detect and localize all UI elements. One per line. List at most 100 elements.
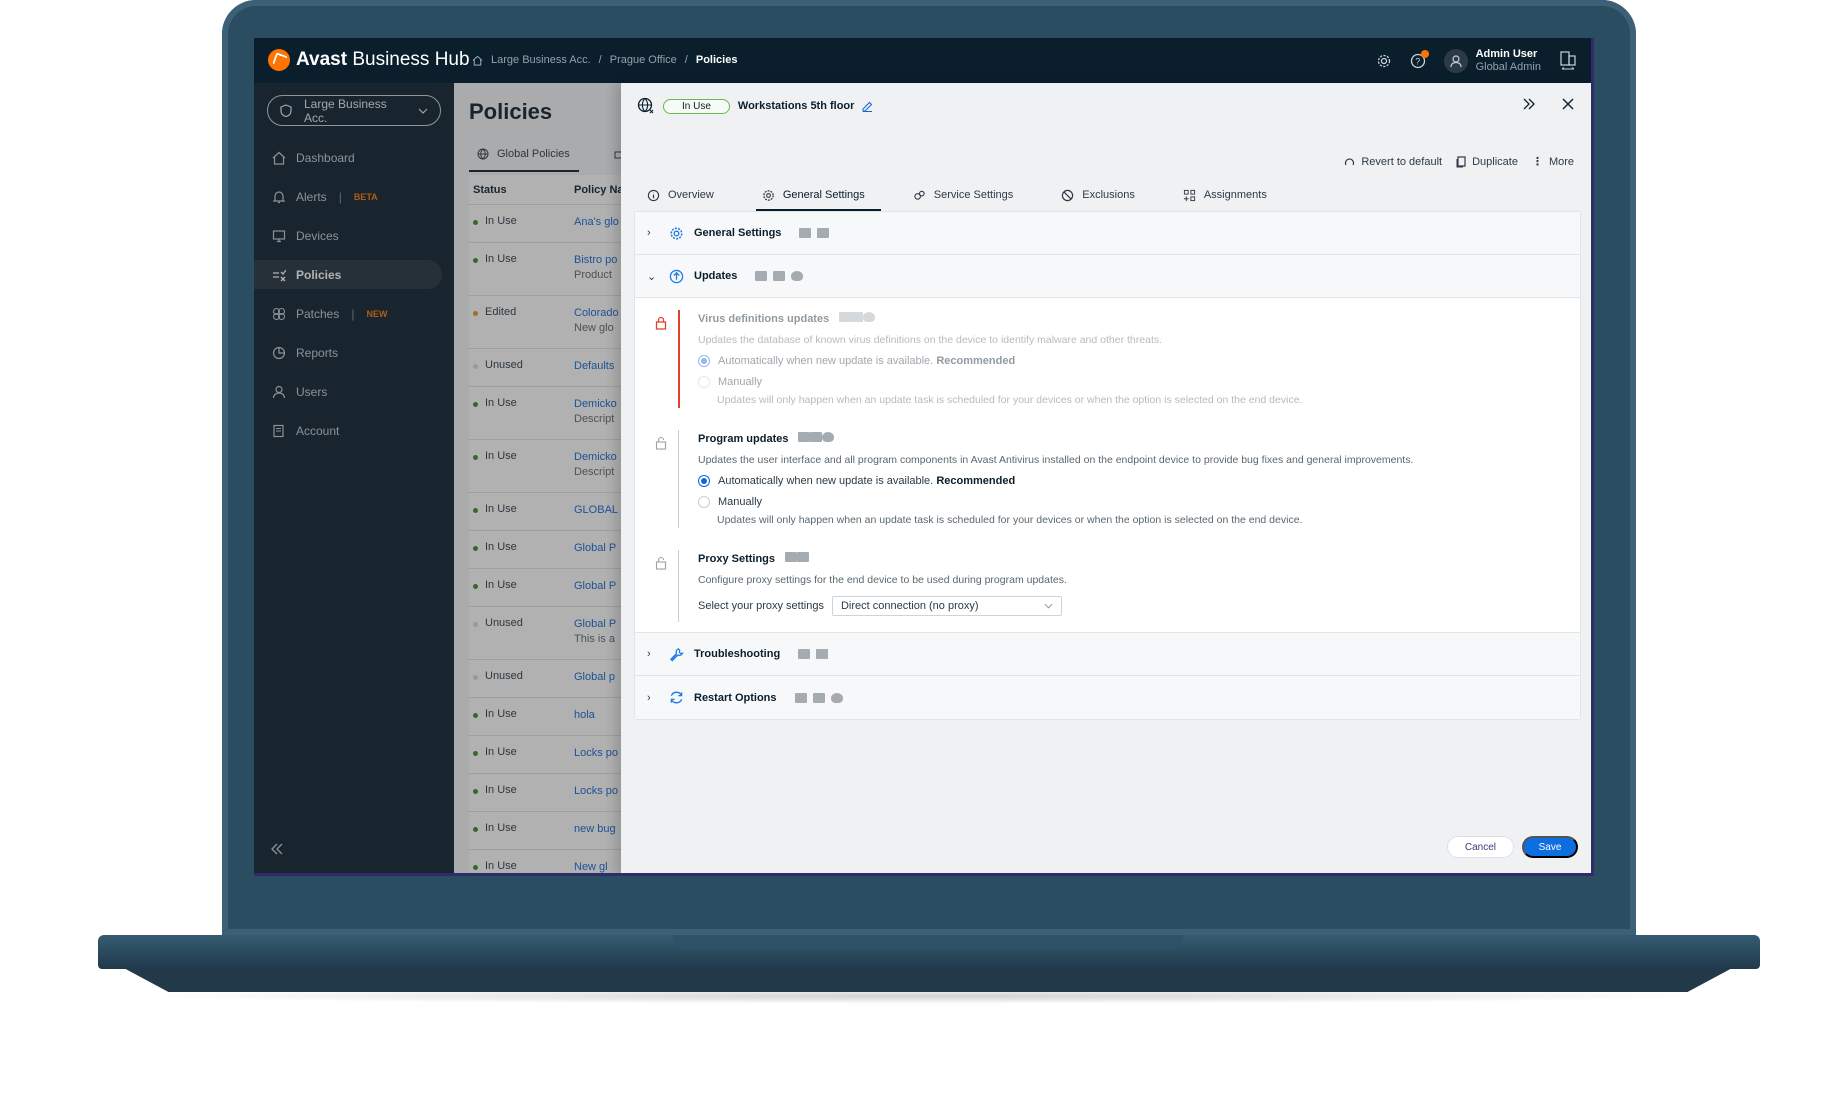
sidebar-item-policies[interactable]: Policies bbox=[254, 260, 442, 289]
tab-service-settings[interactable]: Service Settings bbox=[907, 181, 1029, 211]
table-row[interactable]: In Use Demicko Descript bbox=[469, 440, 624, 493]
sidebar-item-patches[interactable]: Patches | NEW bbox=[254, 299, 442, 328]
refresh-icon bbox=[669, 690, 684, 705]
policy-name-link[interactable]: Demicko bbox=[574, 451, 617, 463]
user-name: Admin User bbox=[1475, 47, 1538, 60]
policy-name-link[interactable]: Demicko bbox=[574, 398, 617, 410]
close-icon[interactable] bbox=[1562, 97, 1574, 111]
table-row[interactable]: In Use Global P bbox=[469, 569, 624, 607]
policy-name-link[interactable]: Global p bbox=[574, 671, 615, 683]
policy-name-link[interactable]: Global P bbox=[574, 580, 616, 592]
tab-general-settings[interactable]: General Settings bbox=[755, 181, 881, 211]
policy-name-link[interactable]: Bistro po bbox=[574, 254, 617, 266]
tab-assignments[interactable]: Assignments bbox=[1177, 181, 1283, 211]
radio-selected[interactable] bbox=[698, 355, 710, 367]
collapse-sidebar-icon[interactable] bbox=[270, 842, 284, 856]
table-row[interactable]: In Use New gl bbox=[469, 850, 624, 873]
radio-manual[interactable]: Manually bbox=[698, 496, 1580, 508]
policy-name-link[interactable]: New gl bbox=[574, 861, 608, 873]
avast-logo-icon bbox=[268, 49, 290, 71]
radio-manual[interactable]: Manually bbox=[698, 376, 1580, 388]
policy-name-link[interactable]: hola bbox=[574, 709, 595, 721]
section-general-settings[interactable]: › General Settings bbox=[635, 212, 1580, 255]
status-text: In Use bbox=[485, 708, 517, 720]
policy-name-link[interactable]: new bug bbox=[574, 823, 616, 835]
sidebar-item-label: Dashboard bbox=[296, 150, 355, 165]
tab-exclusions[interactable]: Exclusions bbox=[1055, 181, 1151, 211]
policy-name-link[interactable]: Colorado bbox=[574, 307, 619, 319]
sidebar-item-devices[interactable]: Devices bbox=[254, 221, 442, 250]
sidebar-item-users[interactable]: Users bbox=[254, 377, 442, 406]
radio-auto[interactable]: Automatically when new update is availab… bbox=[698, 355, 1580, 367]
lock-open-icon[interactable] bbox=[655, 556, 667, 570]
setting-program-updates: Program updates Updates the user interfa… bbox=[635, 418, 1580, 538]
home-icon[interactable] bbox=[472, 55, 483, 66]
breadcrumb-item[interactable]: Large Business Acc. bbox=[491, 54, 591, 66]
radio-unselected[interactable] bbox=[698, 376, 710, 388]
table-row[interactable]: Unused Defaults bbox=[469, 349, 624, 387]
breadcrumb-item[interactable]: Prague Office bbox=[610, 54, 677, 66]
help-icon[interactable]: ? bbox=[1410, 49, 1429, 69]
windows-workstation-icon bbox=[799, 228, 812, 238]
policy-name-link[interactable]: Locks po bbox=[574, 747, 618, 759]
proxy-select[interactable]: Direct connection (no proxy) bbox=[831, 596, 1062, 616]
radio-auto[interactable]: Automatically when new update is availab… bbox=[698, 475, 1580, 487]
policy-name-link[interactable]: Global P bbox=[574, 618, 616, 630]
gear-icon[interactable] bbox=[1376, 53, 1392, 69]
table-row[interactable]: Edited Colorado New glo bbox=[469, 296, 624, 349]
chevron-down-icon bbox=[1044, 603, 1053, 609]
tab-overview[interactable]: Overview bbox=[641, 181, 730, 211]
policy-name-link[interactable]: Locks po bbox=[574, 785, 618, 797]
save-button[interactable]: Save bbox=[1522, 836, 1578, 858]
policy-name-link[interactable]: Defaults bbox=[574, 360, 614, 372]
expand-drawer-icon[interactable] bbox=[1522, 97, 1536, 111]
table-row[interactable]: In Use Global P bbox=[469, 531, 624, 569]
setting-title: Proxy Settings bbox=[698, 552, 776, 565]
radio-unselected[interactable] bbox=[698, 496, 710, 508]
policy-name-link[interactable]: GLOBAL bbox=[574, 504, 618, 516]
radio-label: Automatically when new update is availab… bbox=[718, 475, 934, 487]
tab-global-policies[interactable]: Global Policies bbox=[469, 138, 579, 172]
table-row[interactable]: In Use GLOBAL bbox=[469, 493, 624, 531]
revert-to-default-button[interactable]: Revert to default bbox=[1344, 156, 1442, 168]
sidebar-item-alerts[interactable]: Alerts | BETA bbox=[254, 182, 442, 211]
user-menu[interactable]: Admin User Global Admin bbox=[1443, 47, 1541, 74]
sidebar-item-reports[interactable]: Reports bbox=[254, 338, 442, 367]
sidebar-item-dashboard[interactable]: Dashboard bbox=[254, 143, 442, 172]
policy-name-link[interactable]: Global P bbox=[574, 542, 616, 554]
cancel-button[interactable]: Cancel bbox=[1446, 836, 1514, 858]
section-updates[interactable]: ⌄ Updates bbox=[635, 255, 1580, 298]
column-header-policy-name[interactable]: Policy Na bbox=[574, 184, 624, 196]
lock-closed-icon[interactable] bbox=[655, 316, 667, 330]
lock-open-icon[interactable] bbox=[655, 436, 667, 450]
chevron-down-icon: ⌄ bbox=[647, 270, 657, 283]
table-row[interactable]: In Use hola bbox=[469, 698, 624, 736]
sidebar-item-account[interactable]: Account bbox=[254, 416, 442, 445]
switch-organization-icon[interactable] bbox=[1559, 50, 1577, 72]
app-logo[interactable]: Avast Business Hub bbox=[268, 49, 470, 71]
tab-label: Exclusions bbox=[1082, 189, 1135, 201]
table-row[interactable]: In Use Demicko Descript bbox=[469, 387, 624, 440]
edit-pencil-icon[interactable] bbox=[862, 101, 873, 112]
table-row[interactable]: Unused Global P This is a bbox=[469, 607, 624, 660]
breadcrumb: Large Business Acc. / Prague Office / Poli… bbox=[472, 54, 737, 66]
brand-name: Avast Business Hub bbox=[296, 49, 470, 70]
tab-label: General Settings bbox=[782, 189, 865, 201]
more-button[interactable]: ⋮ More bbox=[1532, 155, 1574, 169]
table-row[interactable]: Unused Global p bbox=[469, 660, 624, 698]
radio-selected[interactable] bbox=[698, 475, 710, 487]
section-troubleshooting[interactable]: › Troubleshooting bbox=[635, 633, 1580, 676]
account-name: Large Business Acc. bbox=[304, 96, 387, 125]
account-selector[interactable]: Large Business Acc. bbox=[267, 95, 441, 126]
policy-name-link[interactable]: Ana's glo bbox=[574, 216, 619, 228]
table-row[interactable]: In Use new bug bbox=[469, 812, 624, 850]
column-header-status[interactable]: Status bbox=[469, 184, 574, 196]
table-row[interactable]: In Use Locks po bbox=[469, 774, 624, 812]
table-row[interactable]: In Use Ana's glo bbox=[469, 205, 624, 243]
duplicate-button[interactable]: Duplicate bbox=[1456, 156, 1518, 168]
table-row[interactable]: In Use Bistro po Product bbox=[469, 243, 624, 296]
section-restart-options[interactable]: › Restart Options bbox=[635, 676, 1580, 719]
duplicate-icon bbox=[1456, 155, 1466, 168]
status-dot bbox=[473, 622, 478, 627]
table-row[interactable]: In Use Locks po bbox=[469, 736, 624, 774]
